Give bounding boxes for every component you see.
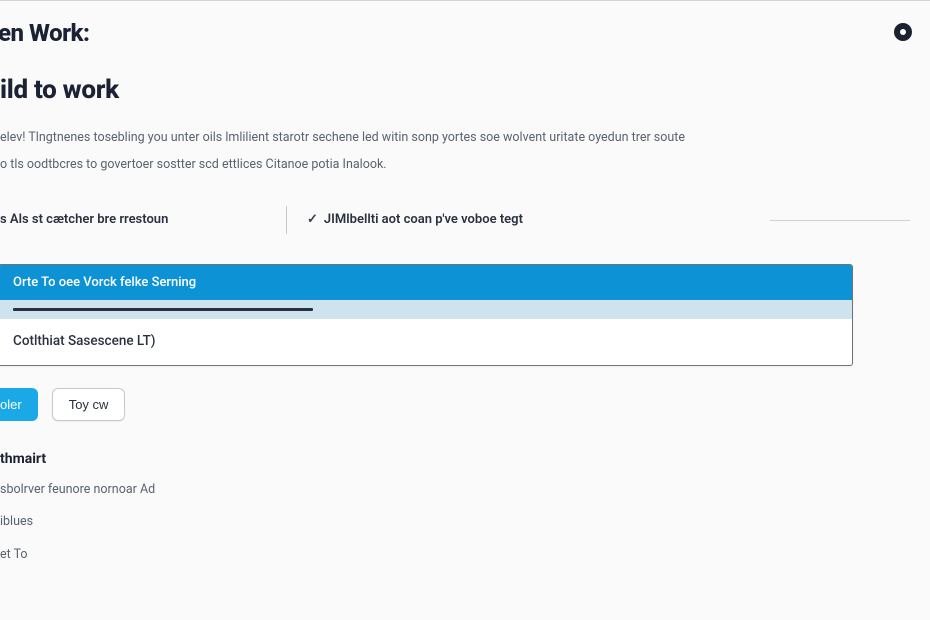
tab-left-label: s Als st cætcher bre rrestoun [0, 212, 168, 227]
intro-paragraph-1: elev! Tlngtnenes tosebling you unter oil… [0, 127, 920, 148]
button-row: oler Toy cw [0, 388, 930, 421]
section-heading: thmairt [0, 451, 930, 467]
dropdown-search-area[interactable] [0, 300, 852, 319]
page-title: ild to work [0, 75, 930, 105]
list-item-3: et To [0, 546, 930, 565]
brand-title: en Work: [0, 19, 89, 47]
header-bar: en Work: [0, 1, 930, 55]
dropdown-box[interactable]: Orte To oee Vorck felke Serning Cotlthia… [0, 264, 853, 366]
tab-divider [286, 206, 287, 234]
tab-right-label: JIMlbellti aot coan p've voboe tegt [324, 212, 523, 227]
dropdown-header[interactable]: Orte To oee Vorck felke Serning [0, 265, 852, 300]
intro-paragraph-2: o tls oodtbcres to govertoer sostter scd… [0, 154, 930, 175]
list-item-1: sbolrver feunore nornoar Ad [0, 481, 930, 500]
tabs-row: s Als st cætcher bre rrestoun ✓ JIMlbell… [0, 206, 930, 234]
list-item-2: iblues [0, 513, 930, 532]
help-icon[interactable] [894, 23, 912, 41]
secondary-button[interactable]: Toy cw [52, 388, 126, 421]
search-underline [13, 308, 313, 311]
tab-left[interactable]: s Als st cætcher bre rrestoun [0, 206, 280, 233]
main-content: ild to work elev! Tlngtnenes tosebling y… [0, 55, 930, 565]
check-icon: ✓ [307, 212, 318, 227]
tab-right[interactable]: ✓ JIMlbellti aot coan p've voboe tegt [307, 206, 523, 233]
primary-button[interactable]: oler [0, 388, 38, 421]
row-divider [770, 220, 910, 221]
dropdown-option[interactable]: Cotlthiat Sasescene LT) [0, 319, 852, 365]
